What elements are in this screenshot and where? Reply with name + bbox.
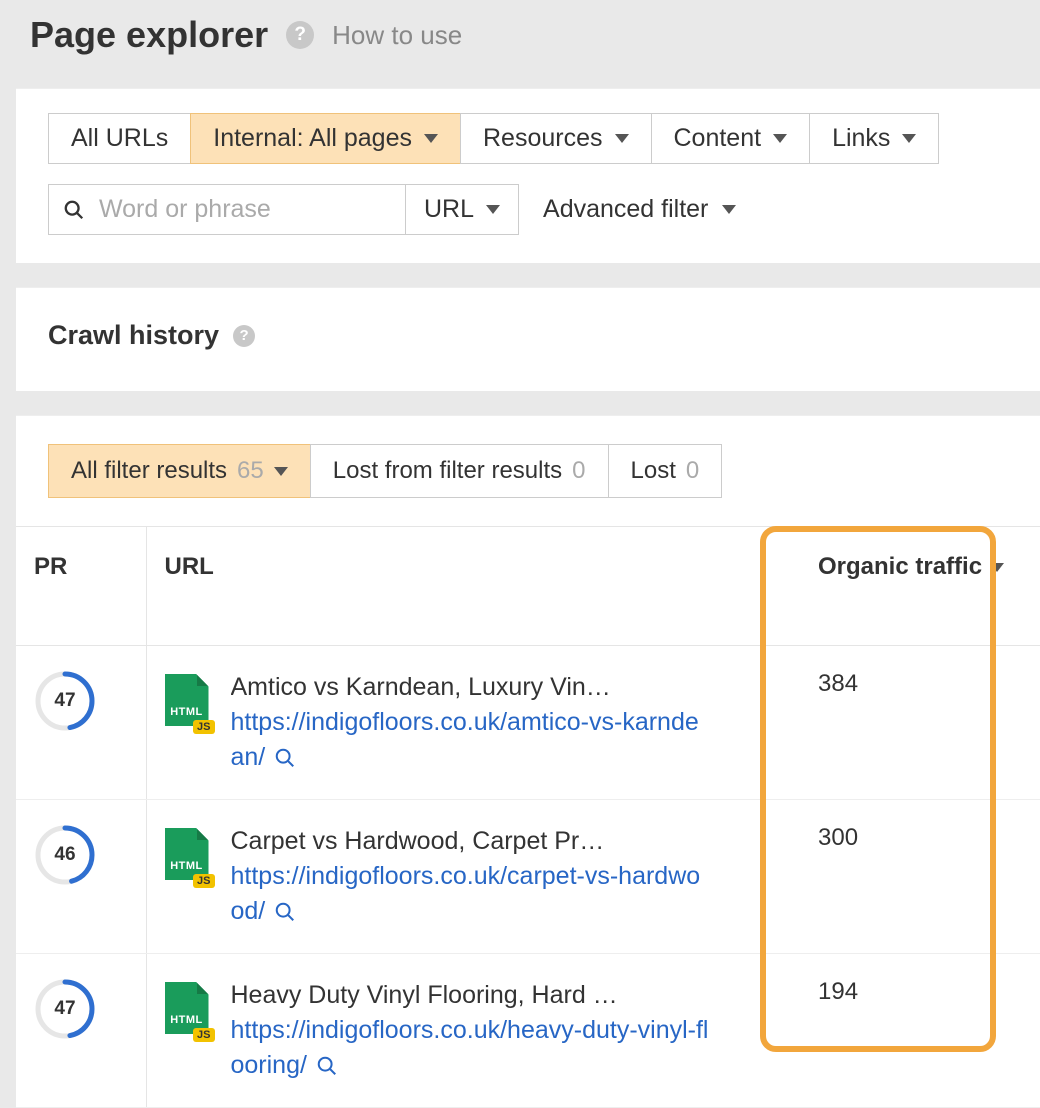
tab-all-label: All filter results (71, 457, 227, 485)
col-header-pr[interactable]: PR (16, 527, 146, 646)
filter-all-urls[interactable]: All URLs (48, 113, 191, 164)
table-row: 47 HTML JS Heavy Duty Vinyl Flooring, Ha… (16, 954, 1040, 1108)
table-row: 46 HTML JS Carpet vs Hardwood, Carpet Pr… (16, 800, 1040, 954)
filter-content-label: Content (674, 124, 762, 153)
col-header-traffic[interactable]: Organic traffic (800, 527, 1040, 646)
page-title: Page explorer (30, 14, 268, 56)
url-scope-label: URL (424, 195, 474, 224)
cell-pr: 47 (16, 646, 146, 800)
crawl-history-title: Crawl history (48, 320, 219, 351)
filter-internal[interactable]: Internal: All pages (190, 113, 461, 164)
html-file-icon: HTML JS (165, 674, 209, 730)
col-header-url[interactable]: URL (146, 527, 800, 646)
pr-gauge: 47 (34, 978, 96, 1040)
page-title-text: Amtico vs Karndean, Luxury Vin… (231, 670, 691, 705)
cell-traffic: 194 (800, 954, 1040, 1108)
how-to-use-link[interactable]: How to use (332, 20, 462, 51)
tab-lost-label: Lost (631, 457, 676, 485)
pr-gauge: 47 (34, 670, 96, 732)
filter-resources-label: Resources (483, 124, 603, 153)
advanced-filter[interactable]: Advanced filter (543, 195, 736, 224)
page-url-link[interactable]: https://indigofloors.co.uk/heavy-duty-vi… (231, 1016, 709, 1079)
page-url-link[interactable]: https://indigofloors.co.uk/amtico-vs-kar… (231, 708, 699, 771)
cell-pr: 46 (16, 800, 146, 954)
chevron-down-icon (773, 134, 787, 143)
sort-desc-icon (990, 563, 1004, 572)
chevron-down-icon (902, 134, 916, 143)
page-title-text: Heavy Duty Vinyl Flooring, Hard … (231, 978, 691, 1013)
page-title-text: Carpet vs Hardwood, Carpet Pr… (231, 824, 691, 859)
filter-internal-label: Internal: All pages (213, 124, 412, 153)
inspect-icon[interactable] (274, 898, 296, 933)
cell-url: HTML JS Heavy Duty Vinyl Flooring, Hard … (146, 954, 800, 1108)
filter-resources[interactable]: Resources (460, 113, 652, 164)
tab-lost-count: 0 (686, 457, 699, 485)
html-file-icon: HTML JS (165, 828, 209, 884)
help-icon[interactable]: ? (286, 21, 314, 49)
cell-traffic: 300 (800, 800, 1040, 954)
filter-all-urls-label: All URLs (71, 124, 168, 153)
tab-all-count: 65 (237, 457, 264, 485)
url-scope-select[interactable]: URL (406, 184, 519, 235)
tab-lost-filter-count: 0 (572, 457, 585, 485)
inspect-icon[interactable] (316, 1052, 338, 1087)
table-row: 47 HTML JS Amtico vs Karndean, Luxury Vi… (16, 646, 1040, 800)
cell-url: HTML JS Amtico vs Karndean, Luxury Vin… … (146, 646, 800, 800)
search-input[interactable] (99, 195, 391, 224)
cell-url: HTML JS Carpet vs Hardwood, Carpet Pr… h… (146, 800, 800, 954)
pr-value: 47 (54, 998, 75, 1020)
js-badge: JS (193, 720, 214, 734)
tab-lost-filter-label: Lost from filter results (333, 457, 562, 485)
page-url-link[interactable]: https://indigofloors.co.uk/carpet-vs-har… (231, 862, 701, 925)
inspect-icon[interactable] (274, 744, 296, 779)
tab-lost[interactable]: Lost 0 (608, 444, 723, 498)
chevron-down-icon (615, 134, 629, 143)
filter-content[interactable]: Content (651, 113, 811, 164)
results-table: PR URL Organic traffic 47 (16, 526, 1040, 1108)
chevron-down-icon (274, 467, 288, 476)
chevron-down-icon (722, 205, 736, 214)
cell-traffic: 384 (800, 646, 1040, 800)
pr-value: 47 (54, 690, 75, 712)
cell-pr: 47 (16, 954, 146, 1108)
pr-value: 46 (54, 844, 75, 866)
filter-links-label: Links (832, 124, 890, 153)
pr-gauge: 46 (34, 824, 96, 886)
chevron-down-icon (486, 205, 500, 214)
chevron-down-icon (424, 134, 438, 143)
js-badge: JS (193, 1028, 214, 1042)
search-icon (63, 199, 85, 221)
js-badge: JS (193, 874, 214, 888)
advanced-filter-label: Advanced filter (543, 195, 708, 224)
html-file-icon: HTML JS (165, 982, 209, 1038)
tab-lost-from-filter[interactable]: Lost from filter results 0 (310, 444, 609, 498)
tab-all-filter-results[interactable]: All filter results 65 (48, 444, 311, 498)
search-box[interactable] (48, 184, 406, 235)
col-header-traffic-label: Organic traffic (818, 553, 982, 581)
help-icon[interactable]: ? (233, 325, 255, 347)
filter-links[interactable]: Links (809, 113, 939, 164)
